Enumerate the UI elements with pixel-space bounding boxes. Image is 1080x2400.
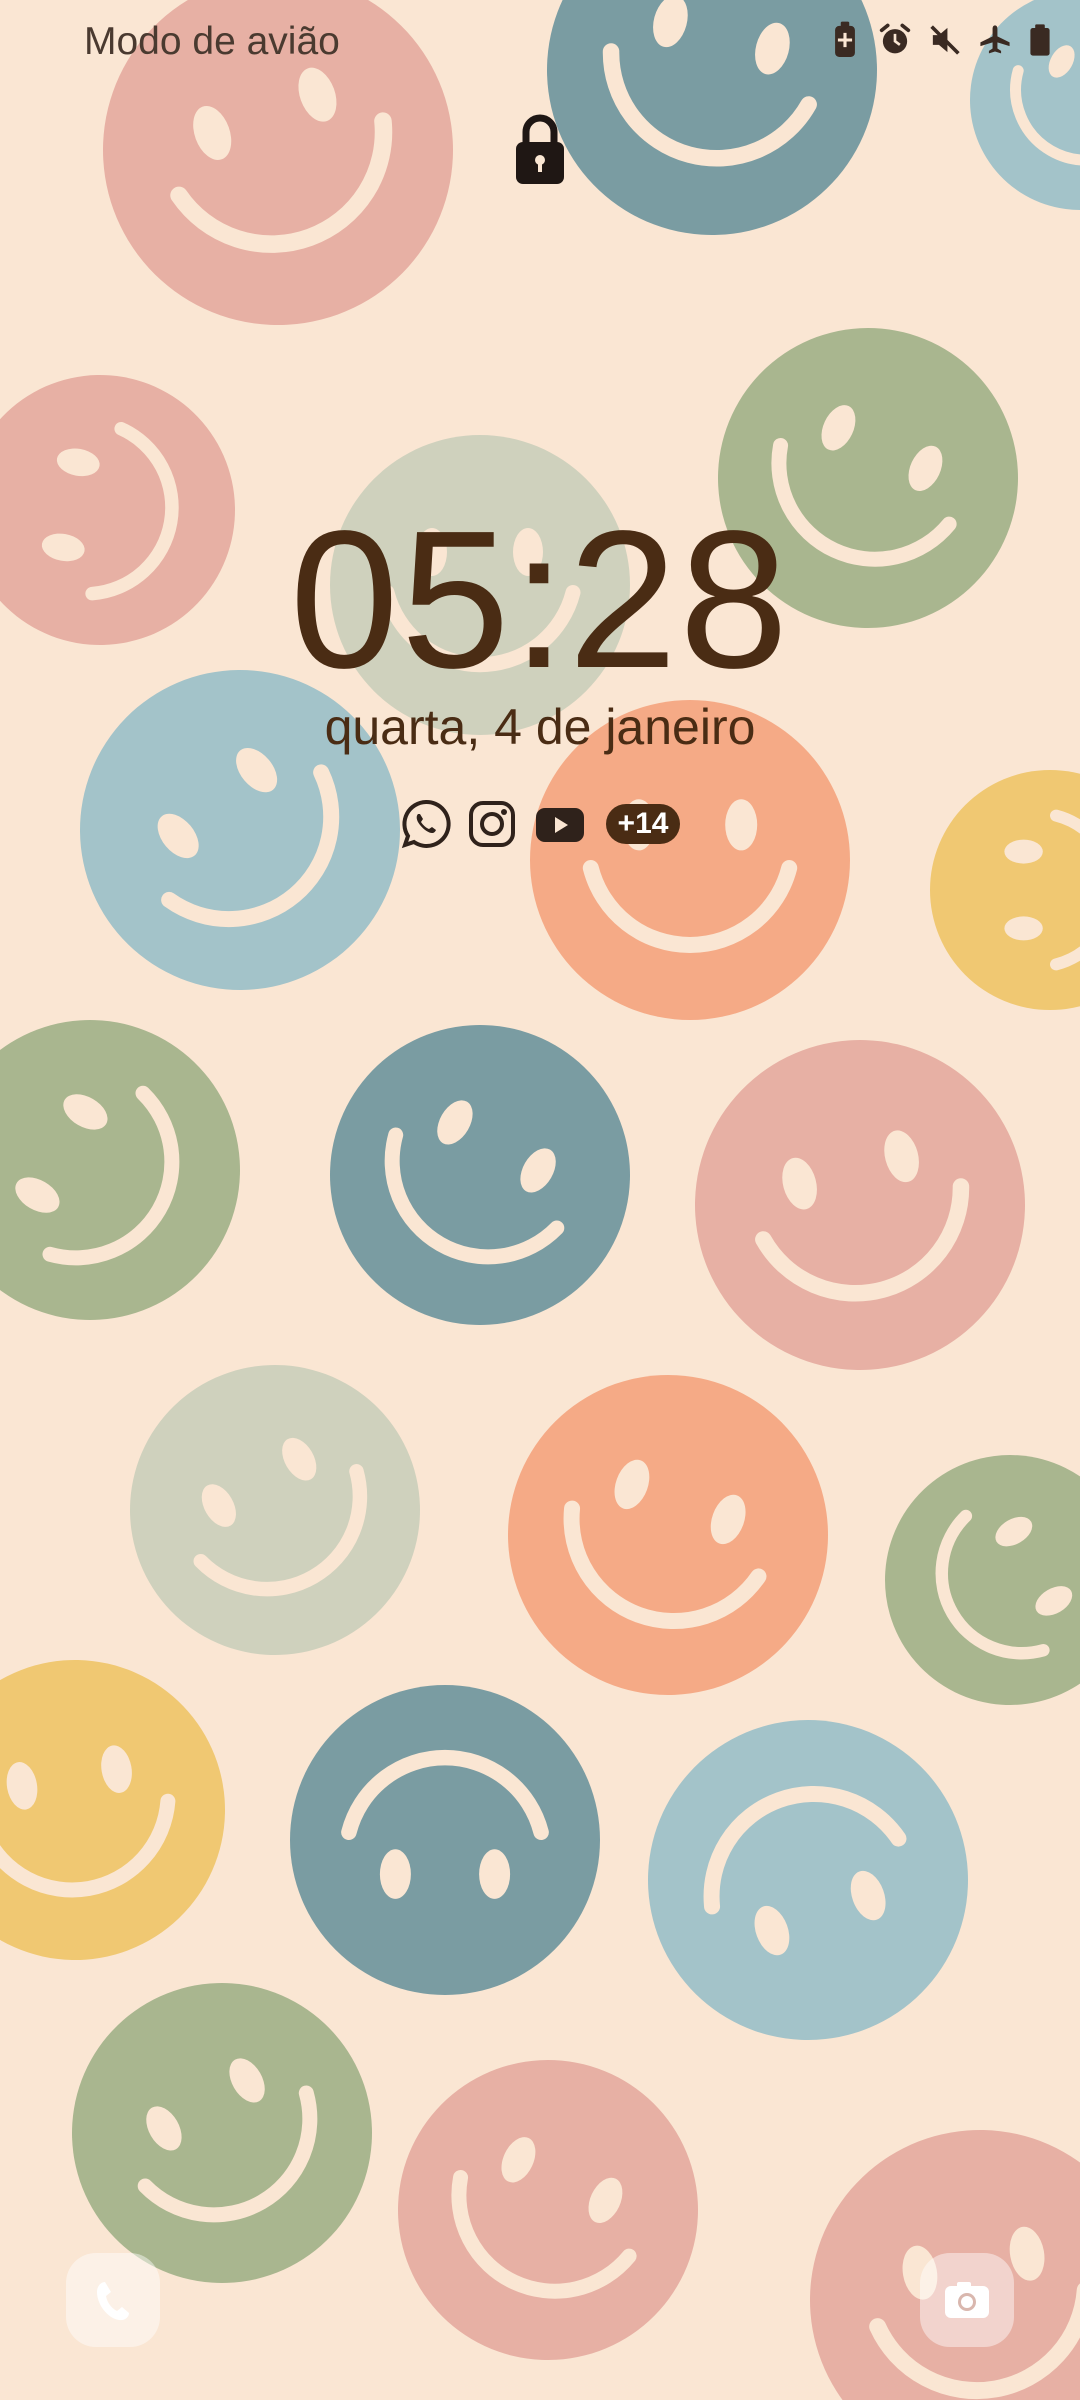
phone-shortcut-button[interactable] [66, 2253, 160, 2347]
camera-shortcut-button[interactable] [920, 2253, 1014, 2347]
camera-icon [945, 2282, 989, 2318]
status-icons [828, 16, 1052, 64]
phone-icon [97, 2282, 129, 2321]
whatsapp-icon[interactable] [400, 798, 452, 850]
youtube-icon[interactable] [532, 798, 588, 850]
battery-saver-icon [835, 21, 855, 57]
battery-icon [1030, 24, 1050, 56]
status-mode-text: Modo de avião [84, 20, 340, 63]
alarm-icon [879, 23, 911, 54]
lock-screen-date: quarta, 4 de janeiro [324, 699, 756, 755]
more-notifications-badge[interactable]: +14 [605, 804, 681, 844]
lock-screen-clock: 05:28 [289, 490, 791, 709]
lock-icon[interactable] [512, 112, 568, 186]
instagram-icon[interactable] [466, 798, 518, 850]
mute-icon [930, 25, 960, 55]
airplane-icon [980, 25, 1010, 54]
notification-icons[interactable]: +14 [0, 798, 1080, 850]
wallpaper [0, 0, 1080, 2400]
